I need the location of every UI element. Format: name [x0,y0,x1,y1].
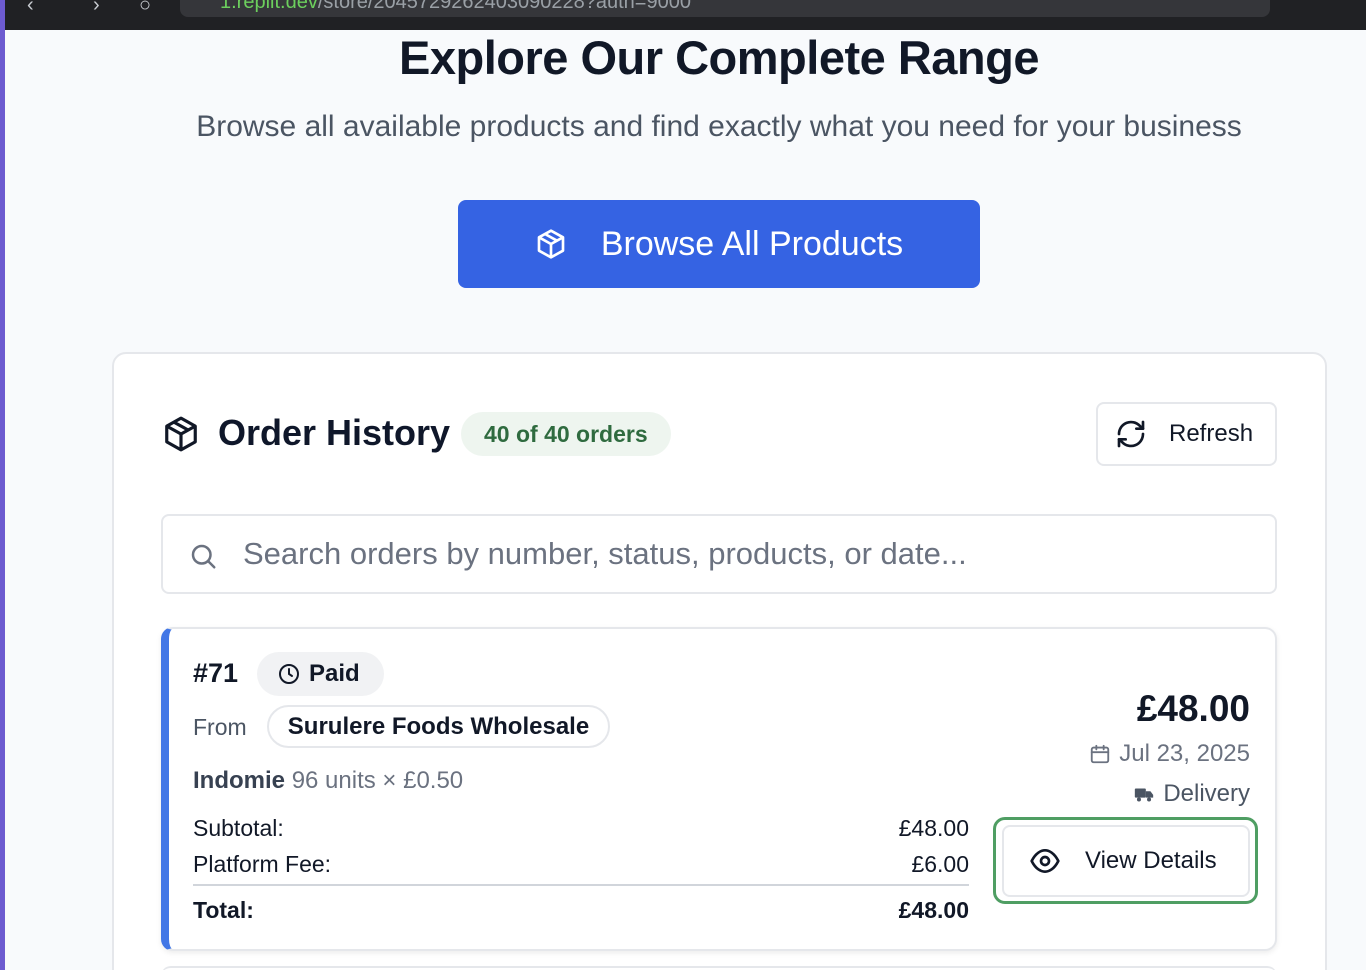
browser-toolbar: ‹ › ○ 1.replit.dev/store/204572926240309… [5,0,1366,30]
refresh-icon [1117,420,1145,448]
order-date-text: Jul 23, 2025 [1119,740,1250,767]
next-order-card [161,966,1277,970]
subtotal-row: Subtotal: £48.00 [193,815,969,842]
refresh-label: Refresh [1169,420,1254,447]
view-details-button[interactable]: View Details [1002,825,1250,897]
refresh-button[interactable]: Refresh [1096,402,1277,466]
order-history-title: Order History [218,412,451,453]
order-item: Indomie 96 units × £0.50 [193,767,463,795]
status-badge: Paid [257,652,384,696]
eye-icon [1030,849,1060,873]
order-price: £48.00 [1136,688,1250,729]
search-input[interactable] [243,526,1263,582]
status-label: Paid [309,660,360,687]
platform-fee-value: £6.00 [911,851,969,877]
address-bar[interactable]: 1.replit.dev/store/2045729262403090228?a… [180,0,1270,17]
view-details-label: View Details [1085,847,1217,874]
subtotal-value: £48.00 [898,815,969,841]
total-row: Total: £48.00 [193,897,969,924]
truck-icon [1135,788,1154,802]
back-icon[interactable]: ‹ [27,0,34,17]
browse-button-label: Browse All Products [600,224,904,263]
total-label: Total: [193,897,254,923]
item-quantity: 96 units × £0.50 [291,767,464,794]
fulfilment-type: Delivery [1040,780,1250,808]
order-count-badge: 40 of 40 orders [461,412,671,456]
hero-subtitle: Browse all available products and find e… [196,110,1242,143]
hero-title: Explore Our Complete Range [399,31,1039,84]
divider [193,884,969,886]
package-icon [537,229,565,259]
vendor-badge: Surulere Foods Wholesale [267,705,610,748]
platform-fee-row: Platform Fee: £6.00 [193,851,969,878]
package-icon [165,416,197,452]
reload-icon[interactable]: ○ [139,0,151,17]
clock-icon [279,664,299,684]
calendar-icon [1091,744,1110,764]
search-icon [191,544,216,569]
browse-all-products-button[interactable]: Browse All Products [458,200,980,288]
platform-fee-label: Platform Fee: [193,851,332,877]
window-edge [0,0,5,970]
total-value: £48.00 [898,897,969,923]
fulfilment-label: Delivery [1163,780,1250,807]
order-search [161,514,1277,594]
forward-icon[interactable]: › [93,0,100,17]
item-name: Indomie [193,767,286,794]
address-url: 1.replit.dev/store/2045729262403090228?a… [220,0,691,13]
from-label: From [193,714,247,740]
subtotal-label: Subtotal: [193,815,284,841]
order-number: #71 [193,658,239,688]
order-date: Jul 23, 2025 [1040,740,1250,768]
